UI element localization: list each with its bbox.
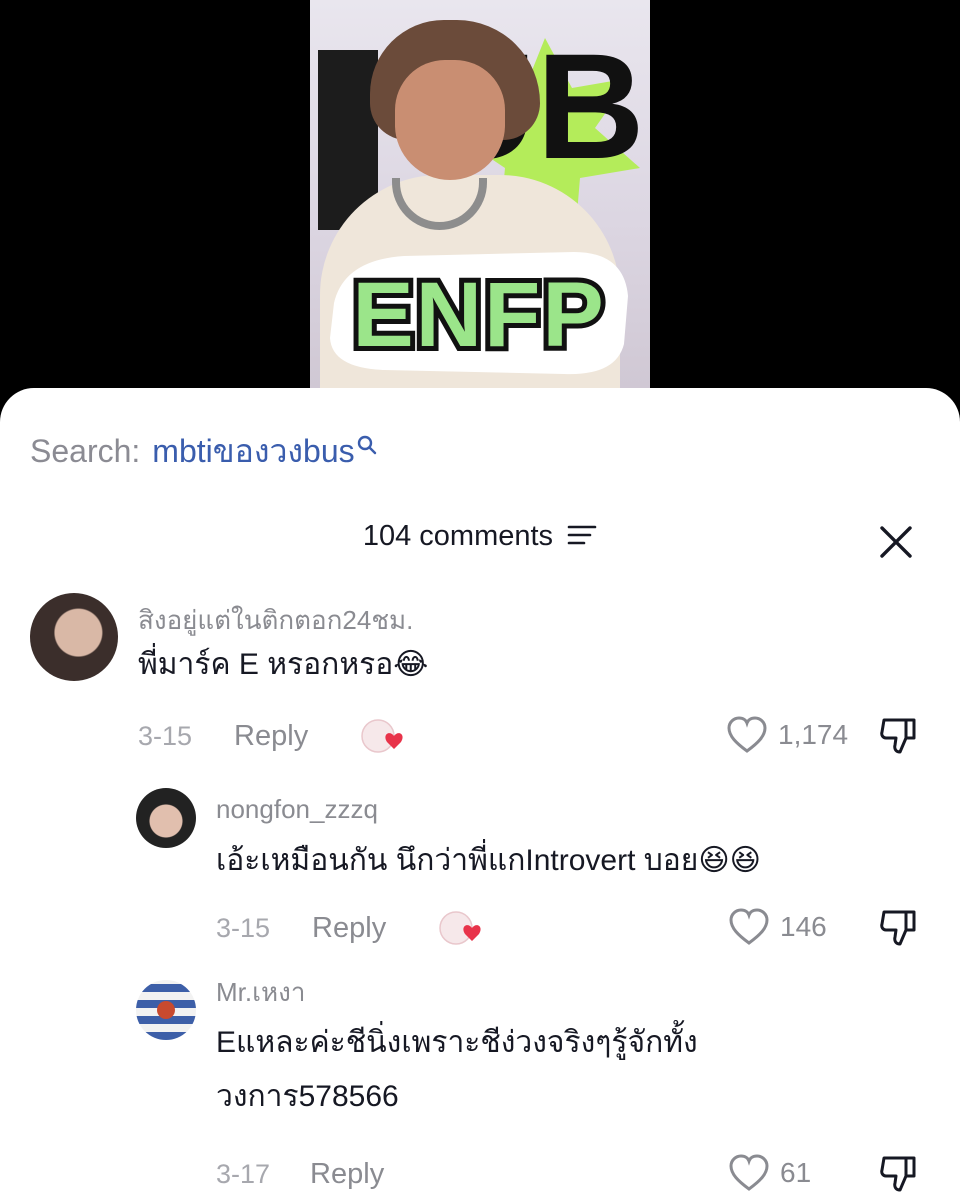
comment-username[interactable]: Mr.เหงา: [216, 972, 305, 1013]
search-icon: [357, 435, 376, 454]
reply-button[interactable]: Reply: [310, 1158, 384, 1191]
creator-liked-avatar-icon: [439, 911, 481, 945]
dislike-icon[interactable]: [878, 906, 922, 950]
comment-text-body: เอ้ะเหมือนกัน นึกว่าพี่แกIntrovert บอย: [216, 844, 699, 877]
search-label: Search:: [30, 433, 141, 469]
search-suggestion[interactable]: Search: mbtiของวงbus: [30, 426, 377, 477]
avatar-flower-icon: [157, 1001, 175, 1019]
enfp-text: ENFP: [352, 264, 605, 366]
like-count: 146: [780, 911, 827, 942]
grinning-squinting-emoji-icon: 😆😆: [698, 844, 761, 877]
comment-date: 3-15: [138, 720, 193, 751]
like-button[interactable]: 146: [728, 908, 827, 946]
comment-username[interactable]: nongfon_zzzq: [216, 794, 378, 825]
heart-icon: [729, 908, 769, 945]
avatar[interactable]: [136, 788, 196, 848]
dislike-icon[interactable]: [878, 1152, 922, 1196]
dislike-icon[interactable]: [878, 714, 922, 758]
search-term[interactable]: mbtiของวงbus: [152, 426, 354, 477]
comment-date: 3-15: [216, 912, 271, 943]
comment-meta: 3-15 Reply: [138, 716, 308, 756]
sort-filter-icon[interactable]: [567, 523, 597, 547]
comment-meta: 3-15 Reply: [216, 908, 386, 948]
creator-liked-avatar-icon: [361, 719, 403, 753]
close-icon[interactable]: [876, 522, 916, 562]
comments-header: 104 comments: [0, 520, 960, 553]
comment-date: 3-17: [216, 1158, 271, 1189]
laughing-emoji-icon: 😂: [393, 648, 429, 681]
reply-button[interactable]: Reply: [234, 720, 308, 753]
comment-meta: 3-17 Reply: [216, 1154, 384, 1194]
video-preview[interactable]: UB ENFP: [310, 0, 650, 400]
enfp-overlay: ENFP: [330, 252, 628, 375]
comment-text: พี่มาร์ค E หรอกหรอ😂: [138, 638, 428, 692]
avatar[interactable]: [30, 593, 118, 681]
avatar[interactable]: [136, 980, 196, 1040]
comment-text: เอ้ะเหมือนกัน นึกว่าพี่แกIntrovert บอย😆😆: [216, 834, 761, 888]
comment-text-line-1: Eแหละค่ะชีนิ่งเพราะชีง่วงจริงๆรู้จักทั้ง: [216, 1026, 698, 1059]
comments-count: 104 comments: [362, 520, 554, 552]
person-face: [395, 60, 505, 180]
like-count: 61: [780, 1157, 812, 1188]
like-count: 1,174: [778, 719, 849, 750]
heart-icon: [727, 716, 767, 753]
reply-button[interactable]: Reply: [312, 912, 386, 945]
heart-icon: [729, 1154, 769, 1191]
comment-text-line-2: วงการ578566: [216, 1080, 399, 1113]
like-button[interactable]: 61: [728, 1154, 811, 1192]
comment-text: Eแหละค่ะชีนิ่งเพราะชีง่วงจริงๆรู้จักทั้ง…: [216, 1016, 698, 1124]
comment-text-body: พี่มาร์ค E หรอกหรอ: [138, 648, 394, 681]
like-button[interactable]: 1,174: [726, 716, 848, 754]
comment-username[interactable]: สิงอยู่แต่ในติกตอก24ชม.: [138, 600, 413, 641]
comments-sheet: Search: mbtiของวงbus 104 comments สิงอยู…: [0, 388, 960, 1200]
